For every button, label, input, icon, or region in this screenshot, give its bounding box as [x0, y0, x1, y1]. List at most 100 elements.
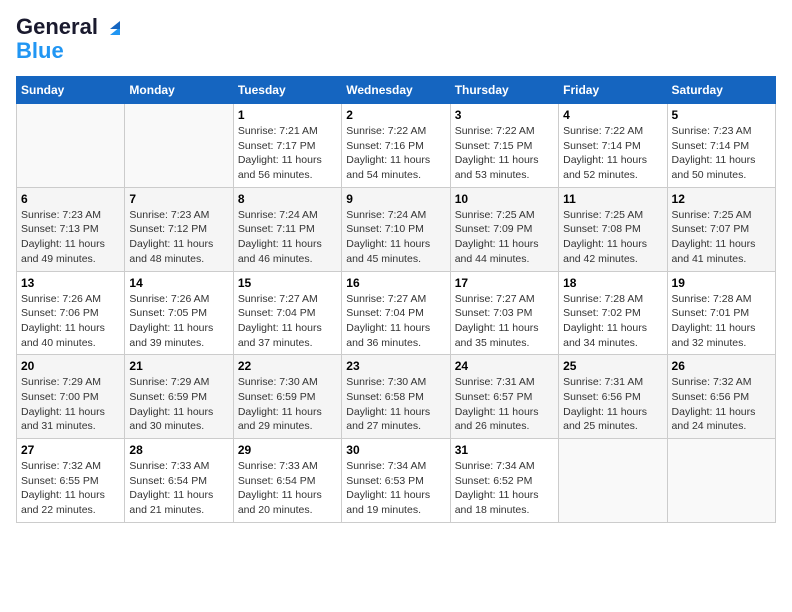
day-number: 10: [455, 192, 554, 206]
day-number: 30: [346, 443, 445, 457]
day-cell: 3Sunrise: 7:22 AM Sunset: 7:15 PM Daylig…: [450, 104, 558, 188]
day-number: 31: [455, 443, 554, 457]
day-cell: 4 Sunrise: 7:22 AM Sunset: 7:14 PM Daylig…: [559, 104, 667, 188]
logo-line1: General: [16, 16, 124, 38]
day-number: 9: [346, 192, 445, 206]
day-number: 25: [563, 359, 662, 373]
day-cell: 18 Sunrise: 7:28 AM Sunset: 7:02 PM Dayli…: [559, 271, 667, 355]
day-cell: 15 Sunrise: 7:27 AM Sunset: 7:04 PM Dayli…: [233, 271, 341, 355]
day-cell: 7Sunrise: 7:23 AM Sunset: 7:12 PM Daylig…: [125, 187, 233, 271]
day-info: Sunrise: 7:24 AM Sunset: 7:10 PM Dayligh…: [346, 208, 445, 267]
day-cell: 6Sunrise: 7:23 AM Sunset: 7:13 PM Daylig…: [17, 187, 125, 271]
day-number: 23: [346, 359, 445, 373]
day-number: 1: [238, 108, 337, 122]
day-info: Sunrise: 7:29 AM Sunset: 7:00 PM Dayligh…: [21, 375, 120, 434]
week-row-1: 1 Sunrise: 7:21 AM Sunset: 7:17 PM Daylig…: [17, 104, 776, 188]
day-number: 16: [346, 276, 445, 290]
day-cell: 2Sunrise: 7:22 AM Sunset: 7:16 PM Daylig…: [342, 104, 450, 188]
day-cell: 29 Sunrise: 7:33 AM Sunset: 6:54 PM Dayli…: [233, 439, 341, 523]
day-info: Sunrise: 7:23 AM Sunset: 7:13 PM Dayligh…: [21, 208, 120, 267]
logo-arrow-icon: [106, 19, 124, 37]
calendar-table: SundayMondayTuesdayWednesdayThursdayFrid…: [16, 76, 776, 523]
day-info: Sunrise: 7:28 AM Sunset: 7:02 PM Dayligh…: [563, 292, 662, 351]
header-cell-monday: Monday: [125, 77, 233, 104]
day-info: Sunrise: 7:28 AM Sunset: 7:01 PM Dayligh…: [672, 292, 771, 351]
day-number: 24: [455, 359, 554, 373]
day-number: 20: [21, 359, 120, 373]
week-row-3: 13 Sunrise: 7:26 AM Sunset: 7:06 PM Dayli…: [17, 271, 776, 355]
day-cell: 21 Sunrise: 7:29 AM Sunset: 6:59 PM Dayli…: [125, 355, 233, 439]
day-number: 29: [238, 443, 337, 457]
page-header: General Blue: [16, 16, 776, 64]
header-cell-wednesday: Wednesday: [342, 77, 450, 104]
day-info: Sunrise: 7:26 AM Sunset: 7:06 PM Dayligh…: [21, 292, 120, 351]
day-info: Sunrise: 7:32 AM Sunset: 6:56 PM Dayligh…: [672, 375, 771, 434]
day-info: Sunrise: 7:30 AM Sunset: 6:59 PM Dayligh…: [238, 375, 337, 434]
day-info: Sunrise: 7:31 AM Sunset: 6:57 PM Dayligh…: [455, 375, 554, 434]
day-number: 15: [238, 276, 337, 290]
day-number: 8: [238, 192, 337, 206]
day-number: 27: [21, 443, 120, 457]
day-info: Sunrise: 7:27 AM Sunset: 7:04 PM Dayligh…: [238, 292, 337, 351]
day-info: Sunrise: 7:32 AM Sunset: 6:55 PM Dayligh…: [21, 459, 120, 518]
day-cell: [667, 439, 775, 523]
day-info: Sunrise: 7:27 AM Sunset: 7:03 PM Dayligh…: [455, 292, 554, 351]
day-number: 2: [346, 108, 445, 122]
header-cell-tuesday: Tuesday: [233, 77, 341, 104]
day-cell: 22 Sunrise: 7:30 AM Sunset: 6:59 PM Dayli…: [233, 355, 341, 439]
day-number: 26: [672, 359, 771, 373]
day-info: Sunrise: 7:21 AM Sunset: 7:17 PM Dayligh…: [238, 124, 337, 183]
day-cell: 8Sunrise: 7:24 AM Sunset: 7:11 PM Daylig…: [233, 187, 341, 271]
day-cell: 26 Sunrise: 7:32 AM Sunset: 6:56 PM Dayli…: [667, 355, 775, 439]
day-info: Sunrise: 7:25 AM Sunset: 7:08 PM Dayligh…: [563, 208, 662, 267]
logo: General Blue: [16, 16, 124, 64]
day-cell: 13 Sunrise: 7:26 AM Sunset: 7:06 PM Dayli…: [17, 271, 125, 355]
day-number: 14: [129, 276, 228, 290]
day-cell: 31 Sunrise: 7:34 AM Sunset: 6:52 PM Dayli…: [450, 439, 558, 523]
logo-line2: Blue: [16, 38, 64, 64]
day-info: Sunrise: 7:25 AM Sunset: 7:07 PM Dayligh…: [672, 208, 771, 267]
header-cell-saturday: Saturday: [667, 77, 775, 104]
day-info: Sunrise: 7:25 AM Sunset: 7:09 PM Dayligh…: [455, 208, 554, 267]
day-cell: 17 Sunrise: 7:27 AM Sunset: 7:03 PM Dayli…: [450, 271, 558, 355]
day-info: Sunrise: 7:30 AM Sunset: 6:58 PM Dayligh…: [346, 375, 445, 434]
week-row-4: 20 Sunrise: 7:29 AM Sunset: 7:00 PM Dayli…: [17, 355, 776, 439]
day-number: 11: [563, 192, 662, 206]
header-row: SundayMondayTuesdayWednesdayThursdayFrid…: [17, 77, 776, 104]
day-number: 28: [129, 443, 228, 457]
day-cell: 9 Sunrise: 7:24 AM Sunset: 7:10 PM Daylig…: [342, 187, 450, 271]
day-cell: 1 Sunrise: 7:21 AM Sunset: 7:17 PM Daylig…: [233, 104, 341, 188]
day-cell: 25 Sunrise: 7:31 AM Sunset: 6:56 PM Dayli…: [559, 355, 667, 439]
header-cell-thursday: Thursday: [450, 77, 558, 104]
day-number: 21: [129, 359, 228, 373]
day-number: 5: [672, 108, 771, 122]
day-number: 13: [21, 276, 120, 290]
day-cell: 16 Sunrise: 7:27 AM Sunset: 7:04 PM Dayli…: [342, 271, 450, 355]
day-info: Sunrise: 7:27 AM Sunset: 7:04 PM Dayligh…: [346, 292, 445, 351]
day-info: Sunrise: 7:34 AM Sunset: 6:52 PM Dayligh…: [455, 459, 554, 518]
day-info: Sunrise: 7:33 AM Sunset: 6:54 PM Dayligh…: [238, 459, 337, 518]
day-info: Sunrise: 7:31 AM Sunset: 6:56 PM Dayligh…: [563, 375, 662, 434]
day-cell: 20 Sunrise: 7:29 AM Sunset: 7:00 PM Dayli…: [17, 355, 125, 439]
day-cell: 24 Sunrise: 7:31 AM Sunset: 6:57 PM Dayli…: [450, 355, 558, 439]
day-info: Sunrise: 7:26 AM Sunset: 7:05 PM Dayligh…: [129, 292, 228, 351]
week-row-2: 6Sunrise: 7:23 AM Sunset: 7:13 PM Daylig…: [17, 187, 776, 271]
day-number: 22: [238, 359, 337, 373]
day-cell: 23 Sunrise: 7:30 AM Sunset: 6:58 PM Dayli…: [342, 355, 450, 439]
day-number: 3: [455, 108, 554, 122]
day-info: Sunrise: 7:29 AM Sunset: 6:59 PM Dayligh…: [129, 375, 228, 434]
day-cell: 10 Sunrise: 7:25 AM Sunset: 7:09 PM Dayli…: [450, 187, 558, 271]
day-info: Sunrise: 7:33 AM Sunset: 6:54 PM Dayligh…: [129, 459, 228, 518]
day-info: Sunrise: 7:23 AM Sunset: 7:14 PM Dayligh…: [672, 124, 771, 183]
day-cell: 5 Sunrise: 7:23 AM Sunset: 7:14 PM Daylig…: [667, 104, 775, 188]
day-number: 4: [563, 108, 662, 122]
day-number: 17: [455, 276, 554, 290]
day-cell: 11 Sunrise: 7:25 AM Sunset: 7:08 PM Dayli…: [559, 187, 667, 271]
day-cell: [17, 104, 125, 188]
week-row-5: 27 Sunrise: 7:32 AM Sunset: 6:55 PM Dayli…: [17, 439, 776, 523]
day-cell: 19Sunrise: 7:28 AM Sunset: 7:01 PM Dayli…: [667, 271, 775, 355]
day-number: 18: [563, 276, 662, 290]
day-info: Sunrise: 7:22 AM Sunset: 7:14 PM Dayligh…: [563, 124, 662, 183]
day-cell: 27 Sunrise: 7:32 AM Sunset: 6:55 PM Dayli…: [17, 439, 125, 523]
day-cell: 28 Sunrise: 7:33 AM Sunset: 6:54 PM Dayli…: [125, 439, 233, 523]
